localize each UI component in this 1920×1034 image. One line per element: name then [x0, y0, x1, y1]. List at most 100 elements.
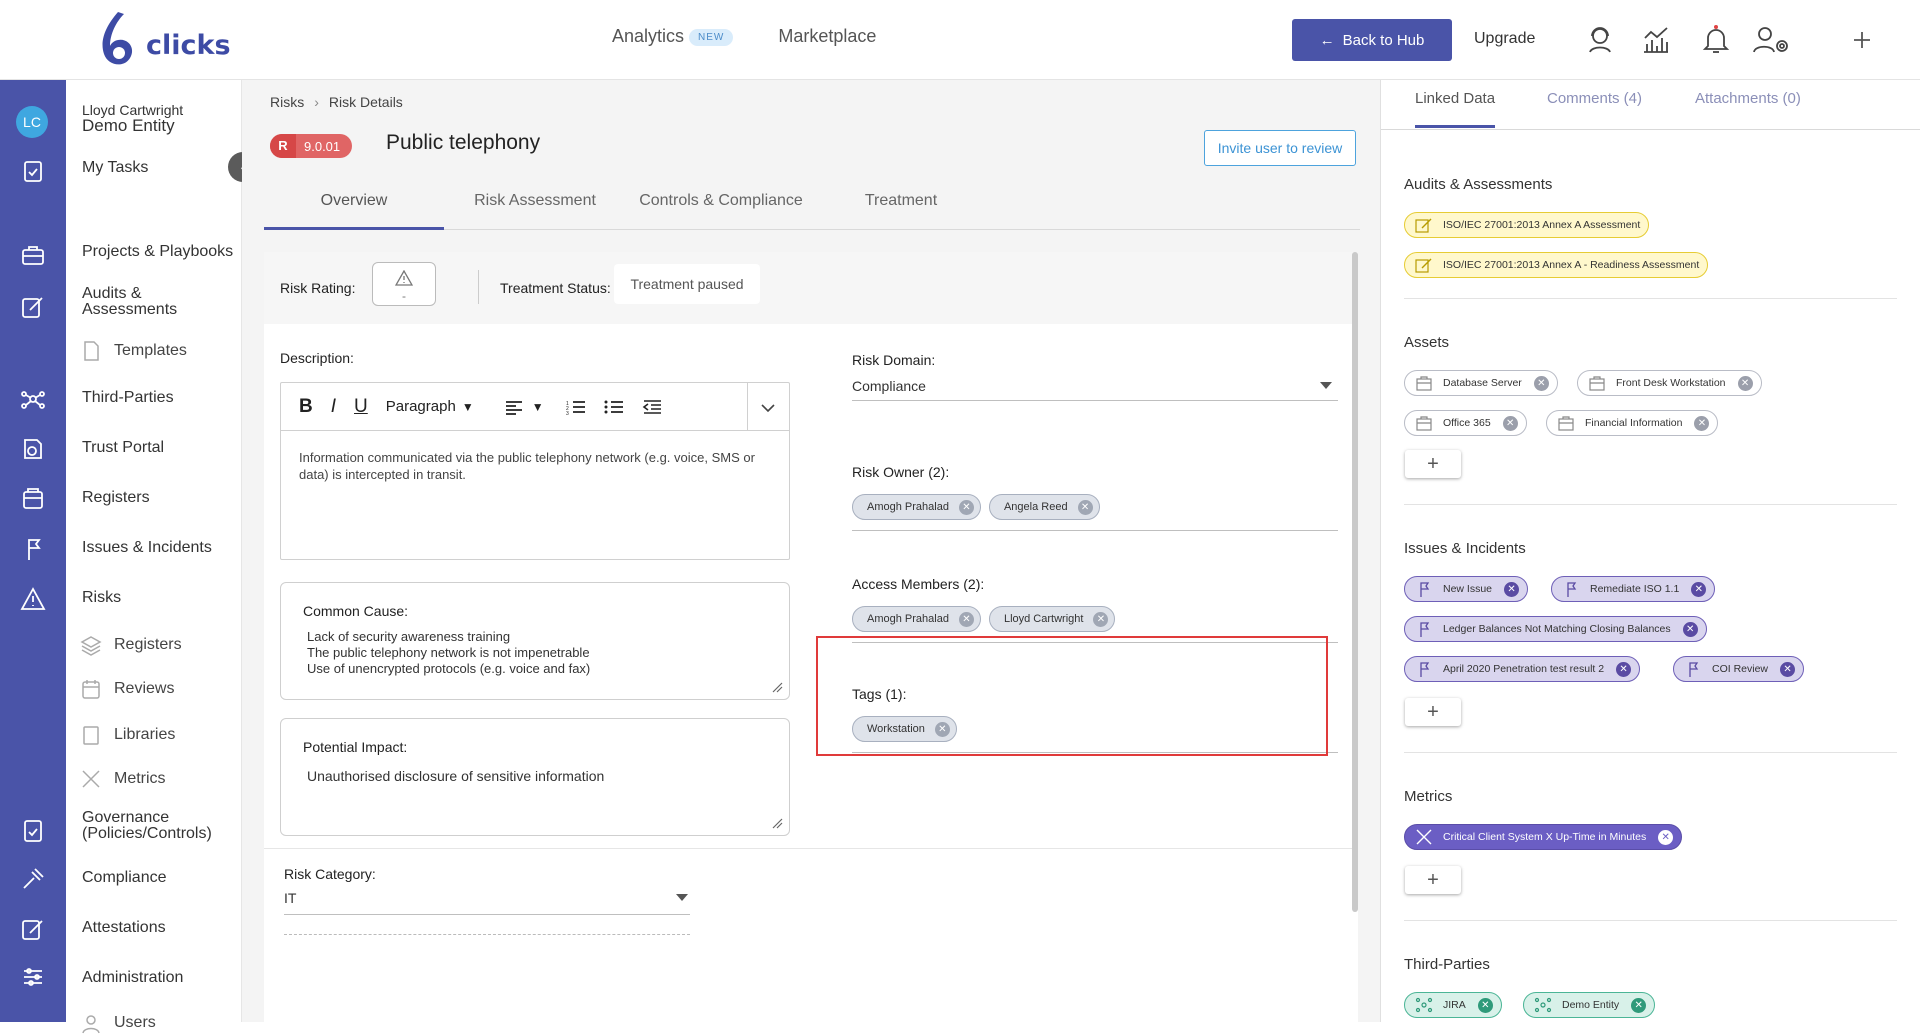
risk-rating-box[interactable]: - [372, 262, 436, 306]
sidebar-item-governance[interactable]: Governance (Policies/Controls) [82, 810, 232, 842]
sidebar-item-issues[interactable]: Issues & Incidents [82, 540, 212, 556]
remove-icon[interactable]: ✕ [1691, 581, 1707, 597]
sidebar-item-projects[interactable]: Projects & Playbooks [82, 244, 233, 260]
sidebar-item-registers[interactable]: Registers [82, 490, 150, 506]
add-asset-button[interactable]: + [1405, 450, 1461, 478]
network-nodes-icon[interactable] [20, 386, 46, 412]
scrollbar[interactable] [1352, 252, 1358, 912]
description-text[interactable]: Information communicated via the public … [281, 431, 789, 501]
sidebar-item-reviews[interactable]: Reviews [114, 680, 174, 698]
plus-icon[interactable] [1846, 24, 1878, 56]
tab-risk-assessment[interactable]: Risk Assessment [444, 188, 626, 230]
sidebar-item-users[interactable]: Users [114, 1014, 156, 1032]
risk-category-select[interactable]: IT [284, 890, 690, 915]
add-issue-button[interactable]: + [1405, 698, 1461, 726]
potential-impact-text[interactable]: Unauthorised disclosure of sensitive inf… [307, 767, 604, 785]
dropdown-caret-icon[interactable] [1320, 382, 1332, 390]
analytics-chart-icon[interactable] [1640, 24, 1672, 56]
trust-portal-icon[interactable] [20, 436, 46, 462]
sidebar-item-third-parties[interactable]: Third-Parties [82, 390, 174, 406]
paragraph-select[interactable]: Paragraph [386, 398, 456, 415]
edit-form-icon[interactable] [20, 294, 46, 320]
sidebar-item-libraries[interactable]: Libraries [114, 726, 175, 744]
third-party-chip[interactable]: Demo Entity ✕ [1523, 992, 1656, 1018]
common-cause-text[interactable]: Lack of security awareness training The … [307, 629, 590, 677]
align-left-icon[interactable] [504, 399, 524, 415]
tab-comments[interactable]: Comments (4) [1547, 90, 1642, 107]
access-members-field[interactable]: Access Members (2): Amogh Prahalad ✕ Lloy… [852, 576, 1338, 644]
remove-icon[interactable]: ✕ [1502, 415, 1518, 431]
risk-owner-field[interactable]: Risk Owner (2): Amogh Prahalad ✕ Angela R… [852, 464, 1338, 532]
remove-icon[interactable]: ✕ [1780, 661, 1796, 677]
italic-button[interactable]: I [331, 396, 336, 418]
sidebar-item-attestations[interactable]: Attestations [82, 920, 166, 936]
member-chip[interactable]: Lloyd Cartwright ✕ [988, 606, 1116, 632]
member-chip[interactable]: Amogh Prahalad ✕ [852, 606, 981, 632]
bold-button[interactable]: B [299, 396, 313, 418]
remove-icon[interactable]: ✕ [1504, 581, 1520, 597]
risk-domain-value[interactable]: Compliance [852, 378, 926, 394]
invite-user-button[interactable]: Invite user to review [1204, 130, 1356, 166]
add-metric-button[interactable]: + [1405, 866, 1461, 894]
upgrade-link[interactable]: Upgrade [1474, 30, 1535, 48]
issue-chip[interactable]: Ledger Balances Not Matching Closing Bal… [1404, 616, 1707, 642]
tab-attachments[interactable]: Attachments (0) [1695, 90, 1801, 107]
audit-chip[interactable]: ISO/IEC 27001:2013 Annex A Assessment [1404, 212, 1650, 238]
sidebar-item-my-tasks[interactable]: My Tasks [82, 160, 148, 176]
remove-icon[interactable]: ✕ [1533, 375, 1549, 391]
remove-icon[interactable]: ✕ [1694, 415, 1710, 431]
user-settings-icon[interactable] [1752, 24, 1792, 56]
underline-button[interactable]: U [354, 396, 368, 418]
register-box-icon[interactable] [20, 486, 46, 512]
issue-chip[interactable]: Remediate ISO 1.1 ✕ [1551, 576, 1716, 602]
issue-chip[interactable]: COI Review ✕ [1673, 656, 1805, 682]
back-to-hub-button[interactable]: ← Back to Hub [1292, 19, 1452, 61]
caret-down-icon[interactable]: ▼ [462, 400, 474, 414]
sidebar-item-audits[interactable]: Audits & Assessments [82, 286, 177, 318]
audit-chip[interactable]: ISO/IEC 27001:2013 Annex A - Readiness A… [1404, 252, 1709, 278]
sidebar-item-compliance[interactable]: Compliance [82, 870, 166, 886]
issue-chip[interactable]: April 2020 Penetration test result 2 ✕ [1404, 656, 1641, 682]
remove-icon[interactable]: ✕ [1631, 997, 1647, 1013]
attestation-pen-icon[interactable] [20, 916, 46, 942]
remove-icon[interactable]: ✕ [958, 499, 974, 515]
risk-domain-field[interactable]: Risk Domain: Compliance [852, 352, 1338, 404]
nav-marketplace[interactable]: Marketplace [778, 26, 876, 46]
remove-icon[interactable]: ✕ [1658, 829, 1674, 845]
remove-icon[interactable]: ✕ [1093, 611, 1109, 627]
caret-down-icon[interactable]: ▼ [532, 400, 544, 414]
clipboard-check-icon[interactable] [20, 158, 46, 184]
outdent-icon[interactable] [642, 399, 662, 415]
sidebar-item-metrics[interactable]: Metrics [114, 770, 166, 788]
chevron-down-icon[interactable] [761, 403, 775, 413]
avatar[interactable]: LC [16, 106, 48, 138]
remove-icon[interactable]: ✕ [958, 611, 974, 627]
issue-flag-icon[interactable] [20, 536, 46, 562]
tab-treatment[interactable]: Treatment [816, 188, 986, 230]
tab-linked-data[interactable]: Linked Data [1415, 90, 1496, 128]
support-agent-icon[interactable] [1584, 24, 1616, 56]
asset-chip[interactable]: Financial Information ✕ [1546, 410, 1719, 436]
gavel-icon[interactable] [20, 866, 46, 892]
sliders-icon[interactable] [20, 964, 46, 990]
tab-controls-compliance[interactable]: Controls & Compliance [626, 188, 816, 230]
dropdown-caret-icon[interactable] [676, 894, 688, 902]
ordered-list-icon[interactable]: 123 [566, 399, 586, 415]
remove-icon[interactable]: ✕ [1682, 621, 1698, 637]
description-editor[interactable]: B I U Paragraph ▼ ▼ 123 Information comm… [280, 382, 790, 560]
asset-chip[interactable]: Front Desk Workstation ✕ [1577, 370, 1762, 396]
third-party-chip[interactable]: JIRA ✕ [1404, 992, 1502, 1018]
sidebar-item-risk-registers[interactable]: Registers [114, 636, 182, 654]
metric-chip[interactable]: Critical Client System X Up-Time in Minu… [1404, 824, 1683, 850]
remove-icon[interactable]: ✕ [1737, 375, 1753, 391]
briefcase-icon[interactable] [20, 242, 46, 268]
potential-impact-card[interactable]: Potential Impact: Unauthorised disclosur… [280, 718, 790, 836]
sidebar-item-administration[interactable]: Administration [82, 970, 183, 986]
treatment-status-value[interactable]: Treatment paused [614, 264, 760, 304]
resize-handle-icon[interactable] [771, 681, 783, 693]
common-cause-card[interactable]: Common Cause: Lack of security awareness… [280, 582, 790, 700]
warning-triangle-icon[interactable] [20, 586, 46, 612]
issue-chip[interactable]: New Issue ✕ [1404, 576, 1529, 602]
sidebar-entity[interactable]: Demo Entity [82, 117, 175, 134]
sidebar-item-templates[interactable]: Templates [114, 342, 187, 360]
